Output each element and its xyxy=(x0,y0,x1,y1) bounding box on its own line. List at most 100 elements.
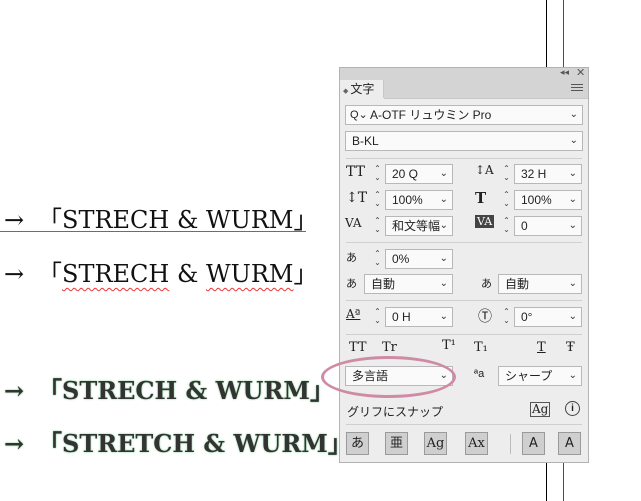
panel-title-bar[interactable] xyxy=(340,68,588,80)
rotation-value: 0° xyxy=(521,310,533,324)
spellcheck-word-2: WURM xyxy=(205,260,294,288)
arrow-glyph: → xyxy=(4,206,25,234)
baseline-shift-value: 0 H xyxy=(392,310,411,324)
arrow-glyph: → xyxy=(4,429,25,458)
all-caps-button[interactable]: TT xyxy=(349,340,367,355)
font-style-select[interactable]: B-KL ⌄ xyxy=(345,131,583,151)
baseline-shift-stepper[interactable]: ⌃ ⌄ xyxy=(371,307,384,327)
tab-strip xyxy=(384,80,588,99)
leading-icon: ↕A xyxy=(475,163,494,177)
tab-label: 文字 xyxy=(350,82,375,96)
glyph-snap-right-button[interactable]: A xyxy=(558,432,581,455)
antialias-value: シャープ xyxy=(505,369,553,383)
document-text-line-4[interactable]: → 「STRETCH & WURM」 xyxy=(4,429,352,459)
kerning-select[interactable]: 和文等幅 ⌄ xyxy=(385,216,453,236)
strikethrough-button[interactable]: Ŧ xyxy=(566,340,575,355)
font-size-icon: TT xyxy=(346,164,365,180)
horizontal-scale-icon: T xyxy=(475,189,487,207)
glyph-frame-button[interactable]: Ag xyxy=(424,432,447,455)
divider xyxy=(346,300,582,301)
font-family-select[interactable]: Q⌄ A-OTF リュウミン Pro ⌄ xyxy=(345,105,583,125)
kanji-frame-button[interactable]: 亜 xyxy=(385,432,408,455)
spellcheck-word-1: STRECH xyxy=(62,260,170,288)
snap-to-glyph-label: グリフにスナップ xyxy=(347,405,444,419)
info-icon[interactable]: i xyxy=(565,401,580,416)
kerning-icon: VA xyxy=(345,216,362,230)
font-size-value: 20 Q xyxy=(392,167,419,181)
close-icon[interactable]: ✕ xyxy=(576,66,585,79)
vertical-scale-value: 100% xyxy=(392,193,423,207)
chevron-down-icon: ⌄ xyxy=(568,278,577,289)
search-icon: Q⌄ xyxy=(350,109,368,121)
glyph-snap-left-button[interactable]: A xyxy=(522,432,545,455)
aki-before-icon: あ xyxy=(346,277,357,290)
rotation-field[interactable]: 0° ⌄ xyxy=(514,307,582,327)
collapse-icon[interactable]: ◂◂ xyxy=(560,67,569,78)
tsume-field[interactable]: 0% ⌄ xyxy=(385,249,453,269)
hiragana-button[interactable]: あ xyxy=(346,432,369,455)
divider xyxy=(346,158,582,159)
aki-after-icon: あ xyxy=(481,277,492,290)
leading-value: 32 H xyxy=(521,167,547,181)
line-text-amp: & xyxy=(169,260,206,288)
rotation-stepper[interactable]: ⌃ ⌄ xyxy=(500,307,513,327)
baseline-shift-field[interactable]: 0 H ⌄ xyxy=(385,307,453,327)
arrow-glyph: → xyxy=(4,260,25,288)
antialias-icon: ªa xyxy=(474,368,485,380)
font-size-stepper[interactable]: ⌃ ⌄ xyxy=(371,164,384,184)
tsume-icon: あ xyxy=(346,251,357,264)
aki-after-select[interactable]: 自動 ⌄ xyxy=(498,274,582,294)
chevron-down-icon: ⌄ xyxy=(568,370,577,381)
line-text: 「STRECH & WURM」 xyxy=(38,206,318,234)
glyph-bounds-icon[interactable]: Ag xyxy=(530,402,551,417)
x-height-button[interactable]: Ax xyxy=(465,432,488,455)
document-text-line-3[interactable]: → 「STRECH & WURM」 xyxy=(4,376,334,406)
tab-character[interactable]: ◆ 文字 xyxy=(340,80,384,98)
chevron-down-icon: ⌄ xyxy=(439,194,448,205)
line-text: 「STRECH & WURM」 xyxy=(38,376,334,405)
tracking-stepper[interactable]: ⌃ ⌄ xyxy=(500,216,513,236)
tab-expand-icon[interactable]: ◆ xyxy=(343,88,348,95)
subscript-button[interactable]: T₁ xyxy=(474,340,488,355)
horizontal-scale-field[interactable]: 100% ⌄ xyxy=(514,190,582,210)
character-panel: ◂◂ ✕ ◆ 文字 Q⌄ A-OTF リュウミン Pro ⌄ B-KL ⌄ TT … xyxy=(339,67,589,463)
leading-field[interactable]: 32 H ⌄ xyxy=(514,164,582,184)
tracking-icon: VA xyxy=(475,215,495,228)
superscript-button[interactable]: T¹ xyxy=(442,338,456,353)
tracking-field[interactable]: 0 ⌄ xyxy=(514,216,582,236)
chevron-down-icon: ⌄ xyxy=(568,311,577,322)
underline-button[interactable]: T xyxy=(537,340,546,355)
panel-menu-icon[interactable] xyxy=(571,82,583,94)
highlight-circle xyxy=(321,356,456,398)
kerning-stepper[interactable]: ⌃ ⌄ xyxy=(371,216,384,236)
aki-before-value: 自動 xyxy=(371,277,396,291)
baseline-shift-icon: Aª xyxy=(346,307,361,321)
chevron-down-icon: ⌄ xyxy=(568,168,577,179)
kerning-value: 和文等幅 xyxy=(392,219,441,233)
rotation-icon: Ⓣ xyxy=(478,309,492,325)
document-text-line-1[interactable]: → 「STRECH & WURM」 xyxy=(4,205,318,235)
document-text-line-2[interactable]: → 「STRECH & WURM」 xyxy=(4,259,318,289)
chevron-down-icon: ⌄ xyxy=(439,253,448,264)
line-text-bracket-open: 「 xyxy=(38,260,62,288)
aki-before-select[interactable]: 自動 ⌄ xyxy=(364,274,453,294)
divider xyxy=(346,334,582,335)
horizontal-scale-stepper[interactable]: ⌃ ⌄ xyxy=(500,190,513,210)
horizontal-scale-value: 100% xyxy=(521,193,552,207)
line-text: 「STRETCH & WURM」 xyxy=(38,429,352,458)
chevron-down-icon: ⌄ xyxy=(439,220,448,231)
font-family-value: A-OTF リュウミン Pro xyxy=(370,108,492,122)
divider xyxy=(346,424,582,425)
aki-after-value: 自動 xyxy=(505,277,530,291)
chevron-down-icon: ⌄ xyxy=(569,109,578,120)
tsume-stepper[interactable]: ⌃ ⌄ xyxy=(371,249,384,269)
tracking-value: 0 xyxy=(521,219,528,233)
font-size-field[interactable]: 20 Q ⌄ xyxy=(385,164,453,184)
chevron-down-icon: ⌄ xyxy=(439,168,448,179)
chevron-down-icon: ⌄ xyxy=(569,135,578,146)
antialias-select[interactable]: シャープ ⌄ xyxy=(498,366,582,386)
vertical-scale-stepper[interactable]: ⌃ ⌄ xyxy=(371,190,384,210)
vertical-scale-field[interactable]: 100% ⌄ xyxy=(385,190,453,210)
small-caps-button[interactable]: Tr xyxy=(382,340,397,355)
leading-stepper[interactable]: ⌃ ⌄ xyxy=(500,164,513,184)
